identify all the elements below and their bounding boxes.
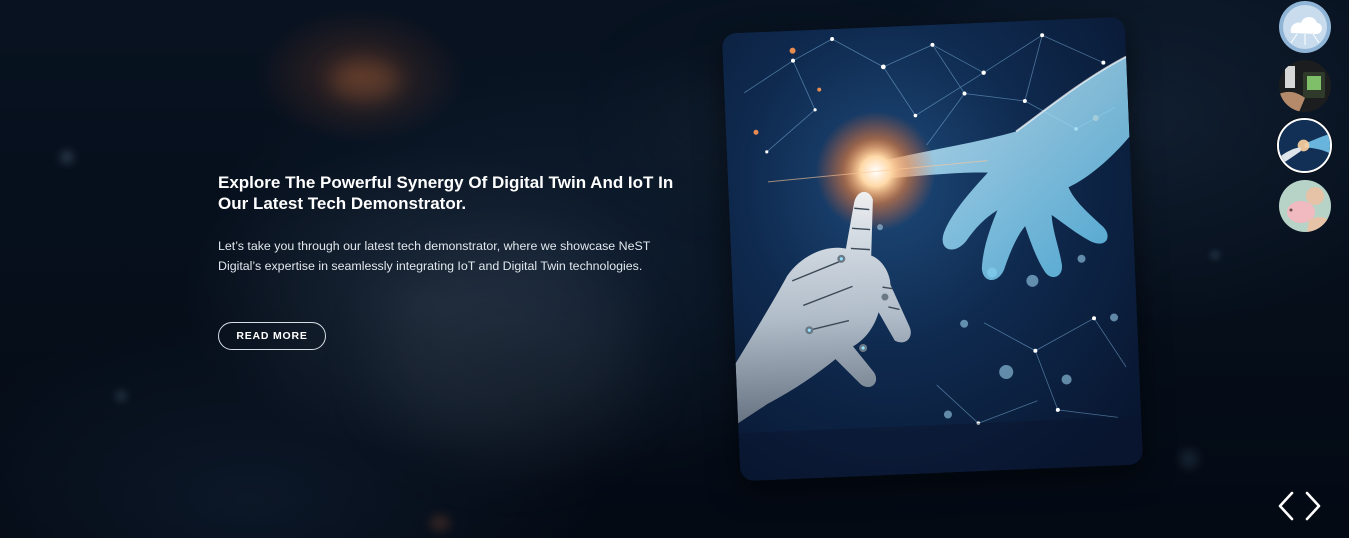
slide-thumbnail-2[interactable]: [1279, 60, 1331, 112]
slide-thumbnail-3[interactable]: [1277, 118, 1332, 173]
device-hand-thumbnail: [1279, 60, 1331, 112]
slide-thumbnail-4[interactable]: [1279, 180, 1331, 232]
chevron-left-icon: [1278, 491, 1294, 521]
prev-slide-button[interactable]: [1275, 490, 1297, 522]
slide-description: Let’s take you through our latest tech d…: [218, 239, 651, 273]
read-more-button[interactable]: READ MORE: [218, 322, 326, 350]
chevron-right-icon: [1305, 491, 1321, 521]
piggy-bank-thumbnail: [1279, 180, 1331, 232]
slide-feature-image: [721, 16, 1144, 482]
robot-human-touch-image: [721, 16, 1144, 482]
next-slide-button[interactable]: [1302, 490, 1324, 522]
slide-content: Explore The Powerful Synergy Of Digital …: [218, 172, 678, 276]
robot-hand-thumbnail: [1279, 120, 1330, 171]
slide-thumbnail-1[interactable]: [1279, 1, 1331, 53]
slide-title: Explore The Powerful Synergy Of Digital …: [218, 173, 674, 213]
cloud-network-thumbnail: [1279, 1, 1331, 53]
